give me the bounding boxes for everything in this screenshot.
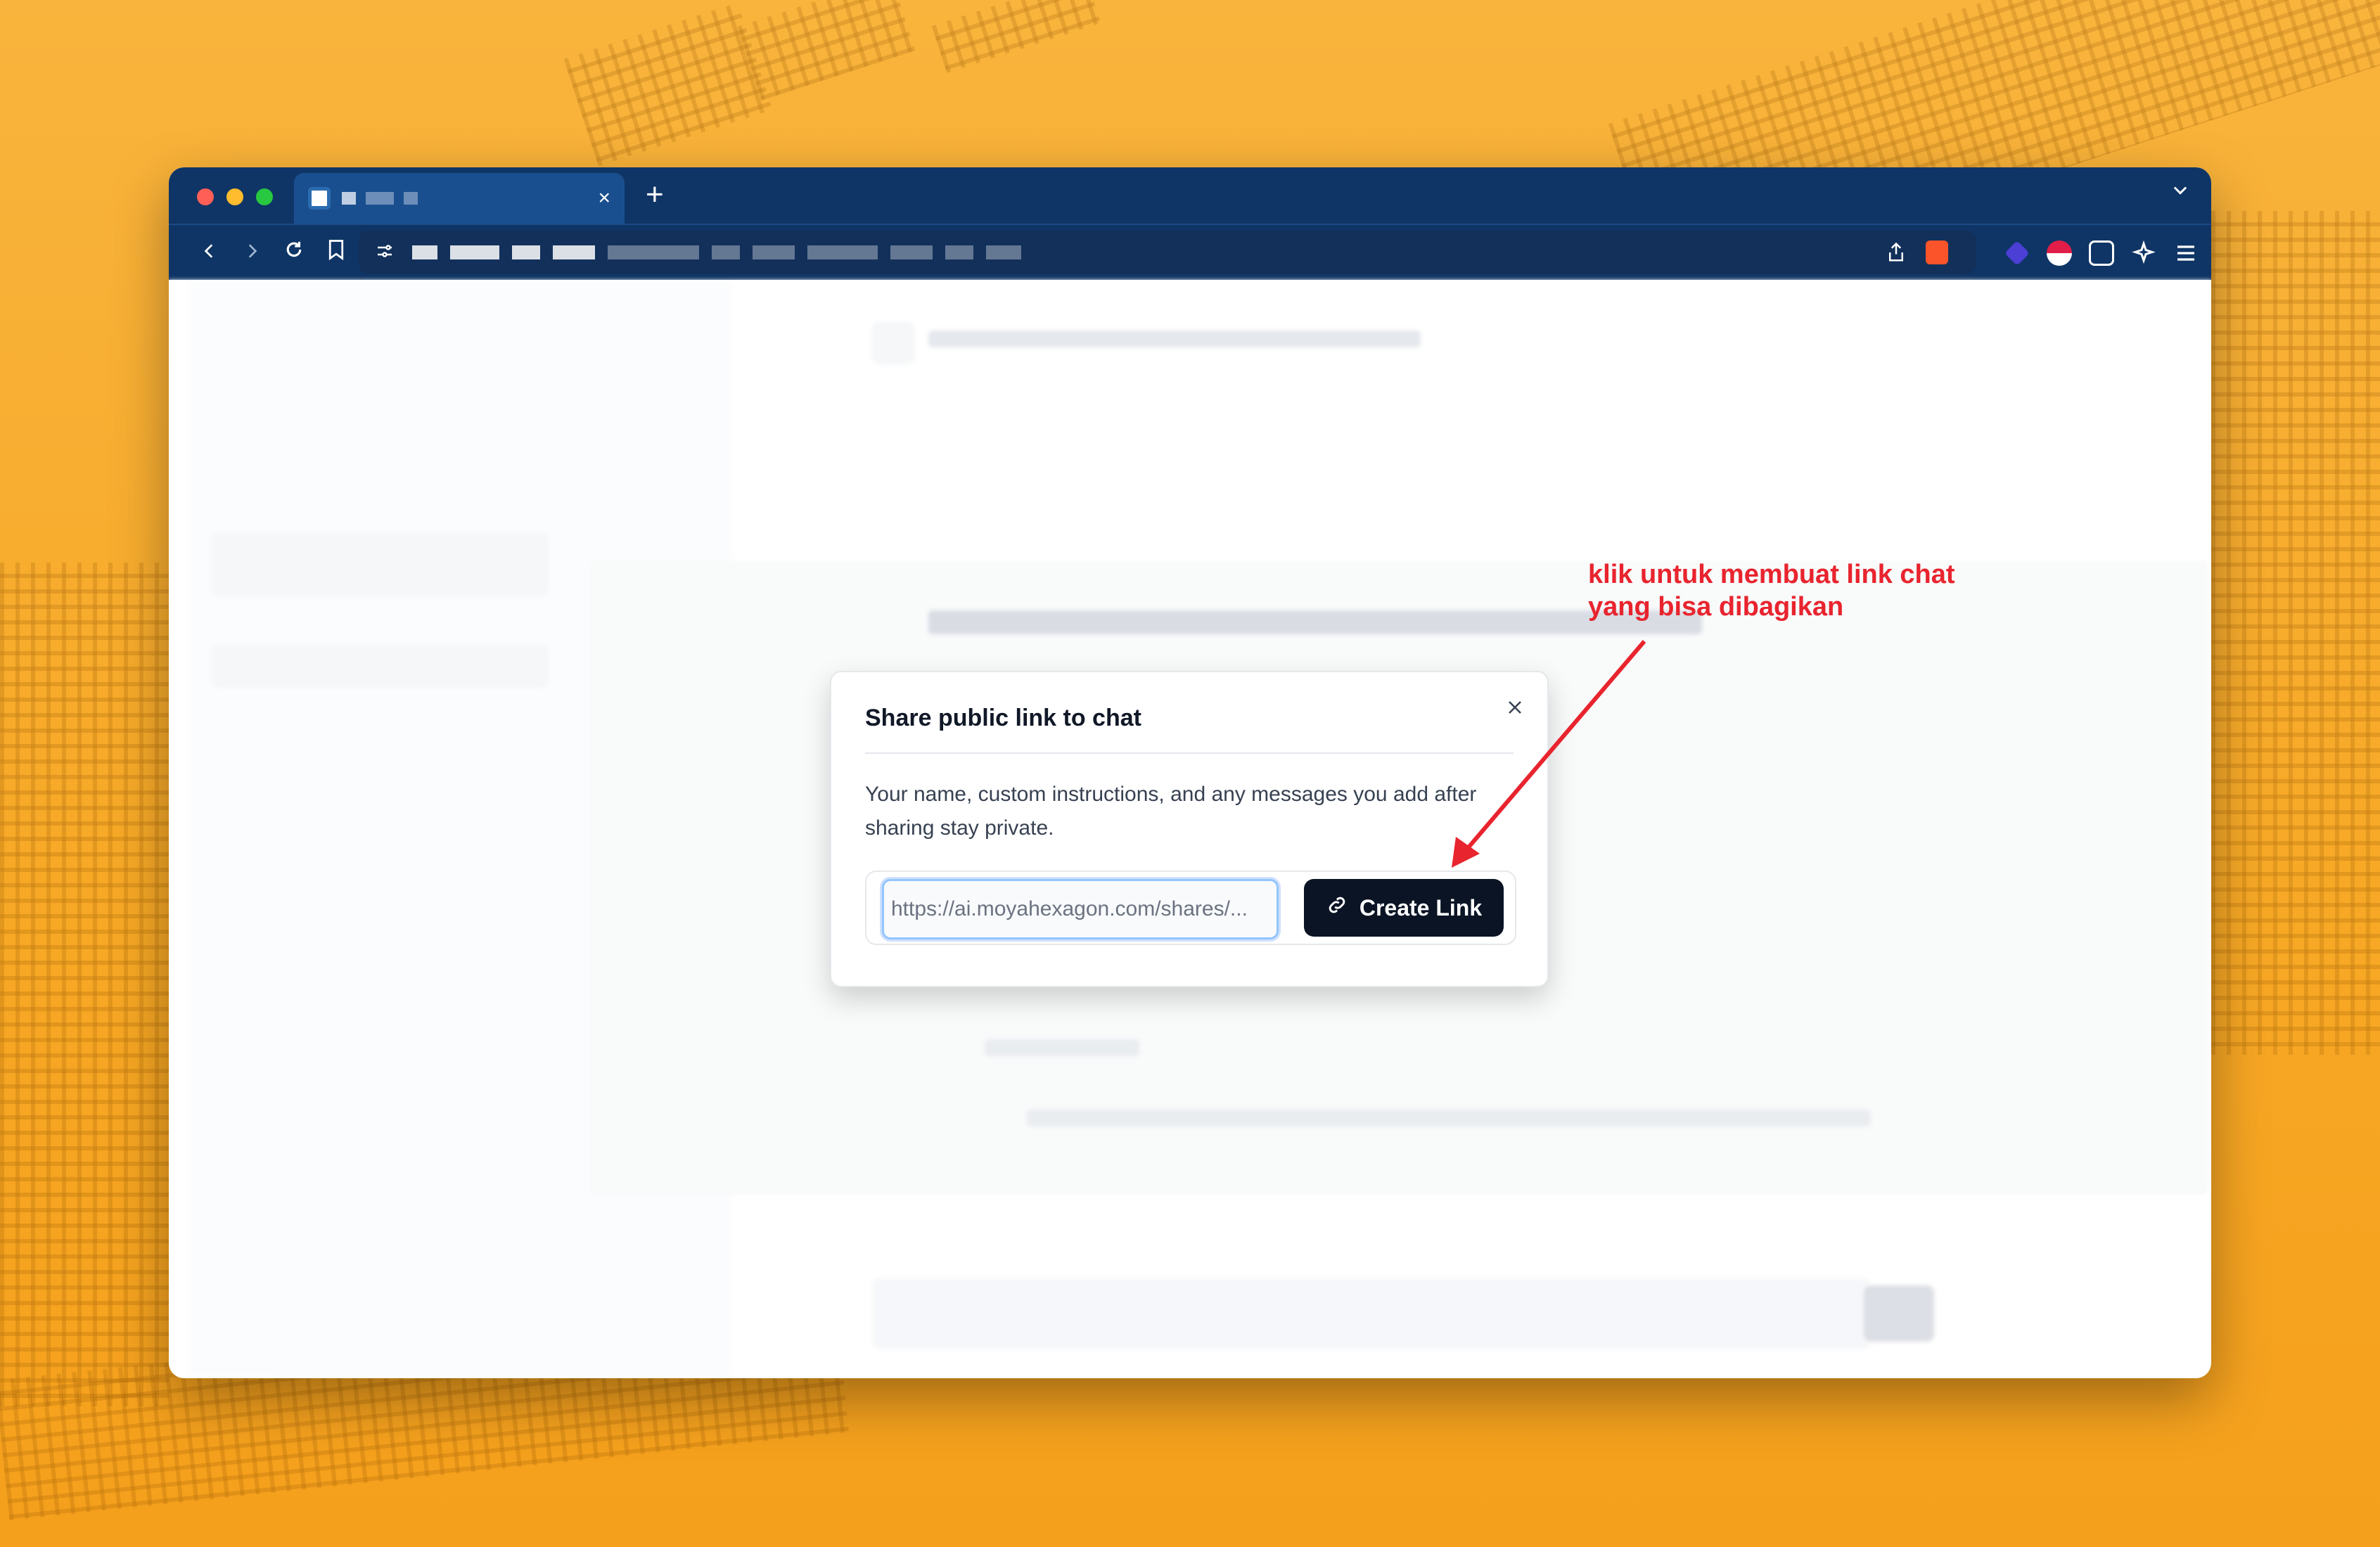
annotation-arrow-icon: [1452, 640, 1646, 868]
